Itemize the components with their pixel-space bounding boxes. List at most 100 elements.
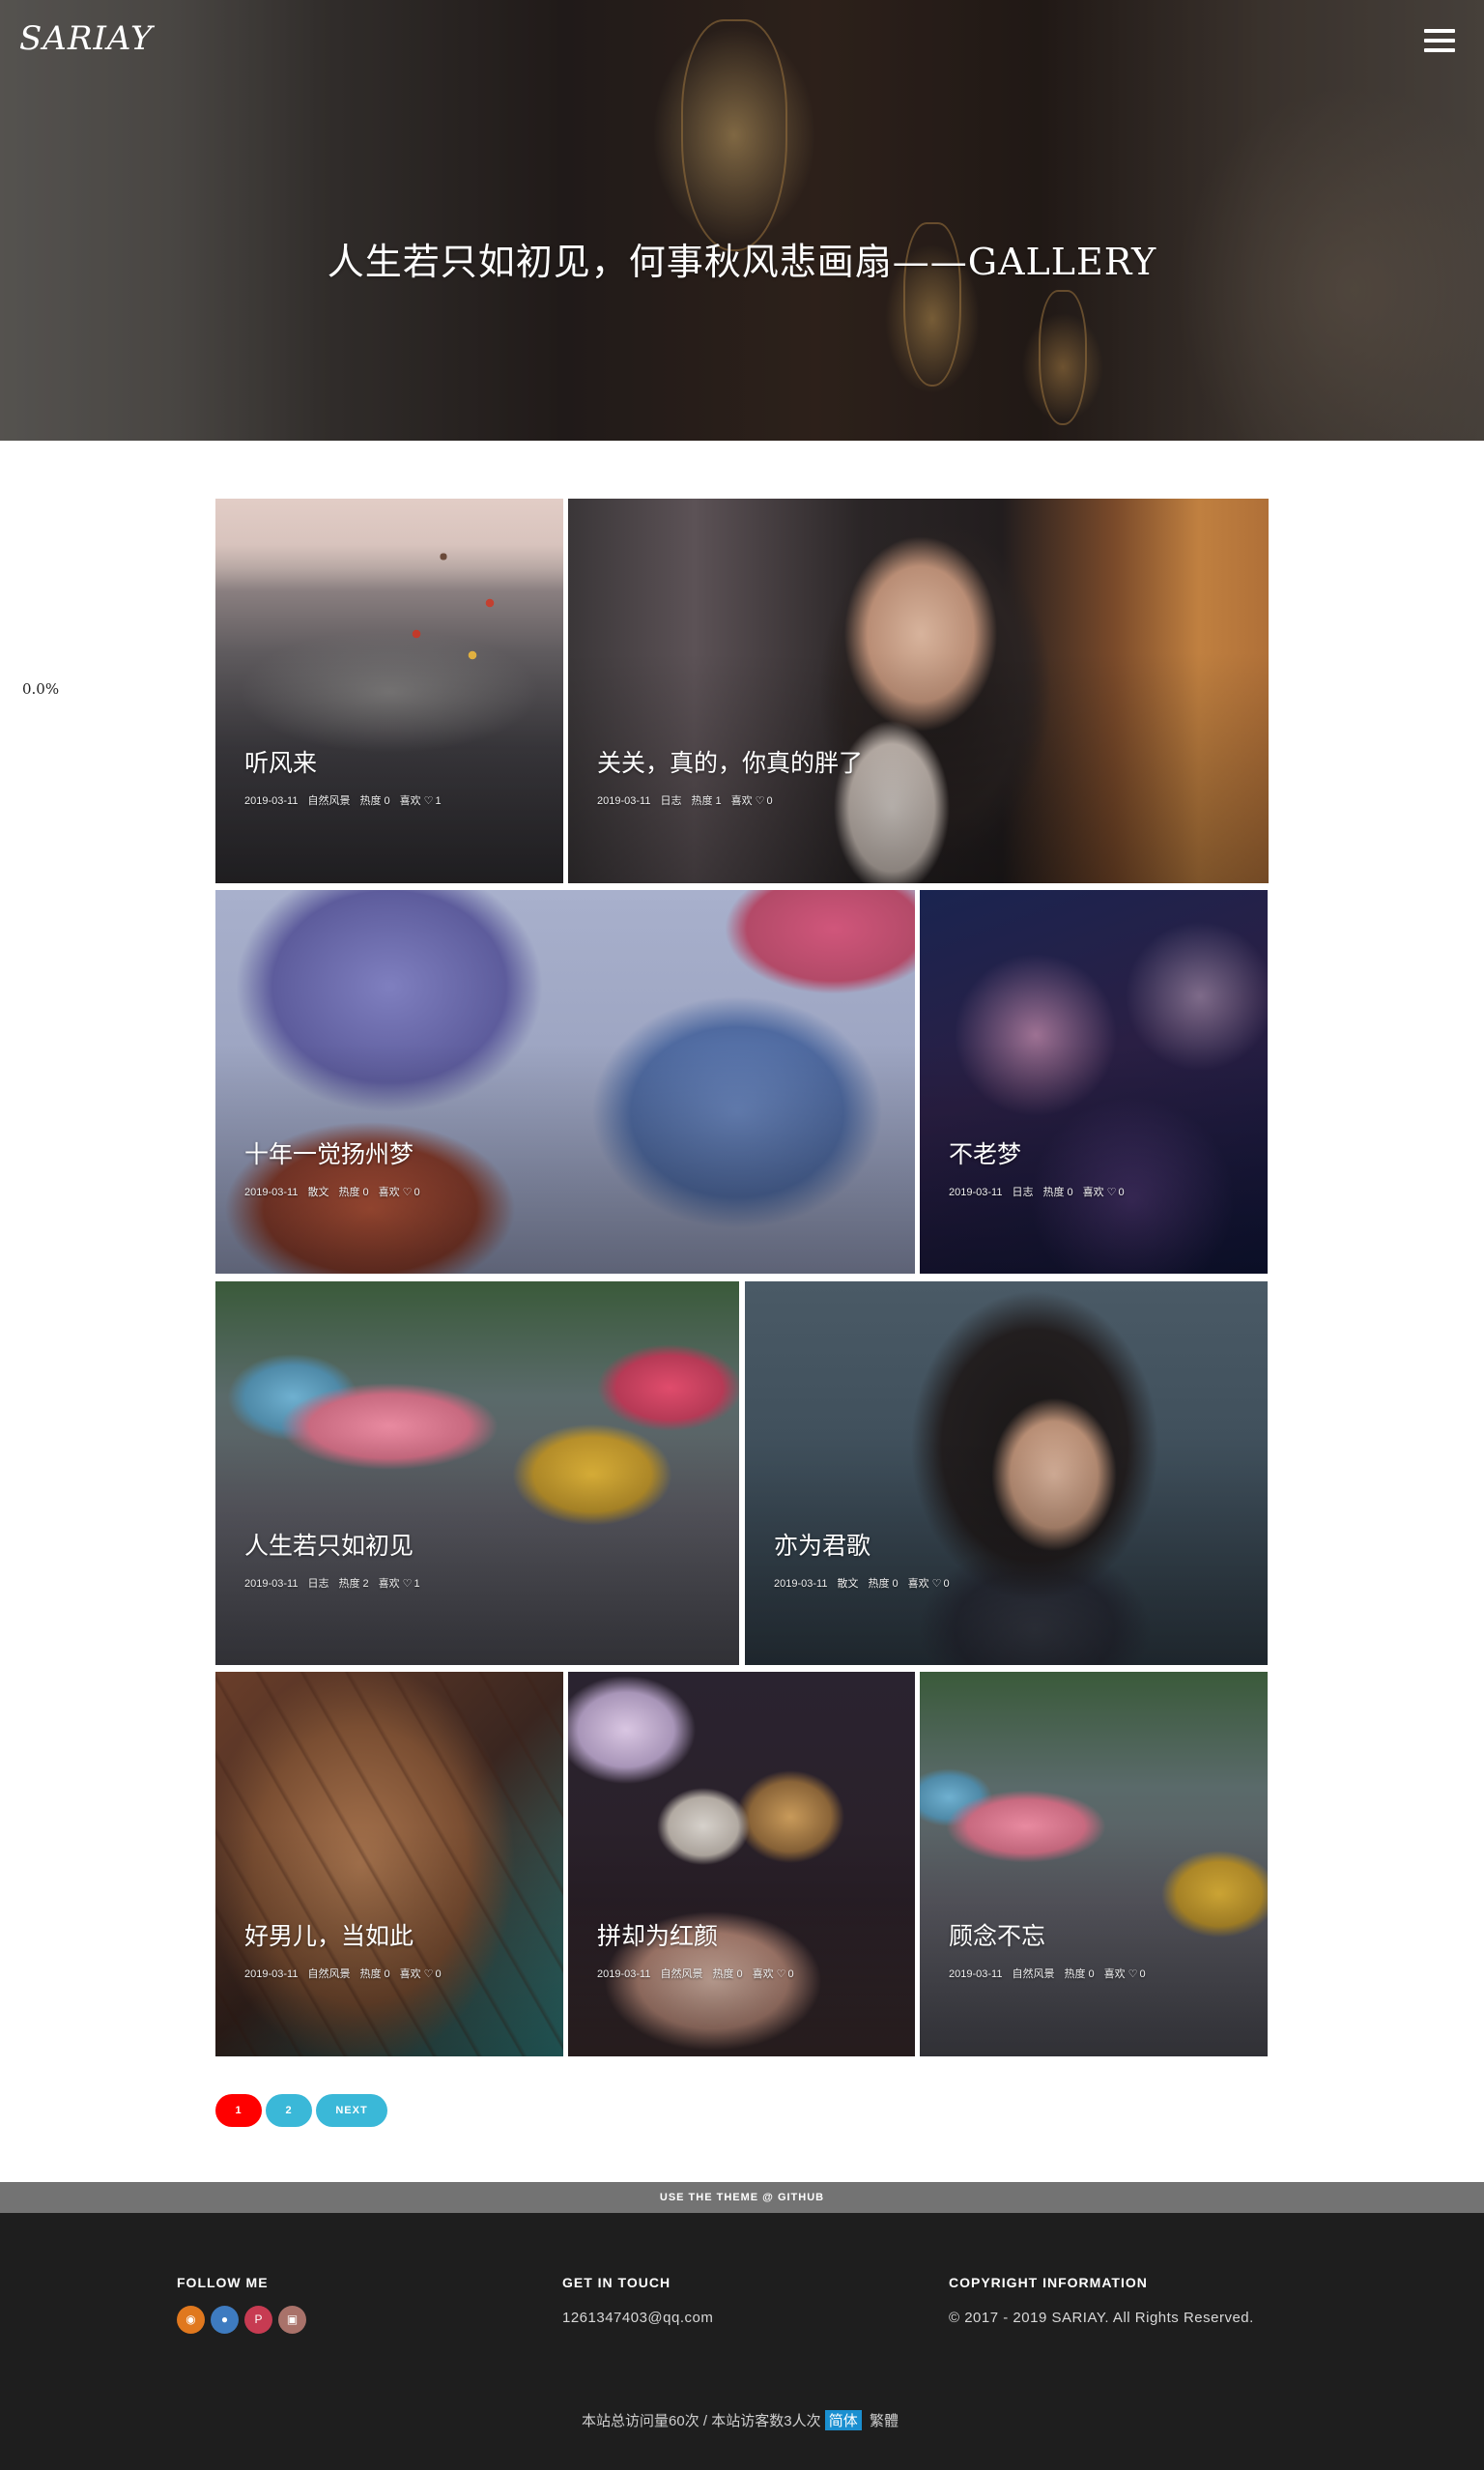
post-date: 2019-03-11: [244, 1968, 299, 1980]
post-category[interactable]: 散文: [307, 1187, 328, 1198]
like-label: 喜欢: [399, 1968, 421, 1980]
contact-heading: GET IN TOUCH: [562, 2275, 671, 2290]
reading-progress: 0.0%: [22, 680, 60, 698]
post-title[interactable]: 拼却为红颜: [597, 1917, 718, 1952]
post-card[interactable]: 人生若只如初见 2019-03-11 日志 热度 2 喜欢 ♡ 1: [215, 1281, 739, 1665]
lang-simplified-button[interactable]: 简体: [824, 2410, 862, 2430]
hot-count: 0: [384, 795, 390, 807]
post-category[interactable]: 日志: [307, 1578, 328, 1590]
hot-label: 热度: [1042, 1187, 1065, 1198]
like-label: 喜欢: [1103, 1968, 1126, 1980]
hot-count: 0: [1088, 1968, 1095, 1980]
visit-stats-text: 本站总访问量60次 / 本站访客数3人次: [582, 2413, 821, 2429]
heart-icon[interactable]: ♡: [1128, 1968, 1138, 1980]
post-card[interactable]: 顾念不忘 2019-03-11 自然风景 热度 0 喜欢 ♡ 0: [920, 1672, 1268, 2056]
copyright-text: © 2017 - 2019 SARIAY. All Rights Reserve…: [949, 2310, 1254, 2326]
heart-icon[interactable]: ♡: [777, 1968, 786, 1980]
like-count: 0: [435, 1968, 442, 1980]
like-count: 0: [414, 1187, 420, 1198]
github-icon[interactable]: ●: [211, 2306, 239, 2334]
post-title[interactable]: 关关，真的，你真的胖了: [597, 744, 863, 779]
next-page-button[interactable]: NEXT: [316, 2094, 387, 2127]
post-date: 2019-03-11: [244, 1187, 299, 1198]
page-1-button[interactable]: 1: [215, 2094, 262, 2127]
post-title[interactable]: 不老梦: [949, 1135, 1021, 1170]
card-overlay: [215, 1672, 563, 2056]
pinterest-icon[interactable]: P: [244, 2306, 272, 2334]
hot-count: 0: [1067, 1187, 1073, 1198]
card-overlay: [215, 890, 915, 1274]
post-title[interactable]: 人生若只如初见: [244, 1527, 414, 1562]
heart-icon[interactable]: ♡: [403, 1187, 413, 1198]
hot-label: 热度: [868, 1578, 890, 1590]
hot-count: 2: [362, 1578, 369, 1590]
post-date: 2019-03-11: [244, 795, 299, 807]
post-date: 2019-03-11: [774, 1578, 828, 1590]
post-category[interactable]: 日志: [1012, 1187, 1033, 1198]
post-card[interactable]: 十年一觉扬州梦 2019-03-11 散文 热度 0 喜欢 ♡ 0: [215, 890, 915, 1274]
heart-icon[interactable]: ♡: [403, 1578, 413, 1590]
post-title[interactable]: 十年一觉扬州梦: [244, 1135, 414, 1170]
hot-label: 热度: [712, 1968, 734, 1980]
hamburger-menu-icon[interactable]: [1424, 29, 1455, 54]
site-logo[interactable]: SARIAY: [19, 19, 154, 58]
heart-icon[interactable]: ♡: [932, 1578, 942, 1590]
like-count: 0: [787, 1968, 794, 1980]
post-category[interactable]: 自然风景: [307, 1968, 350, 1980]
lang-traditional-button[interactable]: 繁體: [866, 2410, 902, 2430]
like-label: 喜欢: [399, 795, 421, 807]
post-meta: 2019-03-11 日志 热度 0 喜欢 ♡ 0: [949, 1184, 1134, 1199]
hot-label: 热度: [1064, 1968, 1086, 1980]
post-card[interactable]: 听风来 2019-03-11 自然风景 热度 0 喜欢 ♡ 1: [215, 499, 563, 883]
page-2-button[interactable]: 2: [266, 2094, 312, 2127]
hero-overlay: [0, 0, 1484, 441]
like-label: 喜欢: [378, 1187, 400, 1198]
heart-icon[interactable]: ♡: [1107, 1187, 1117, 1198]
post-card[interactable]: 不老梦 2019-03-11 日志 热度 0 喜欢 ♡ 0: [920, 890, 1268, 1274]
post-meta: 2019-03-11 自然风景 热度 0 喜欢 ♡ 0: [244, 1966, 451, 1981]
post-card[interactable]: 亦为君歌 2019-03-11 散文 热度 0 喜欢 ♡ 0: [745, 1281, 1268, 1665]
page-title: 人生若只如初见，何事秋风悲画扇——GALLERY: [327, 241, 1157, 283]
like-count: 0: [1139, 1968, 1146, 1980]
heart-icon[interactable]: ♡: [424, 795, 434, 807]
follow-heading: FOLLOW ME: [177, 2275, 269, 2290]
post-category[interactable]: 自然风景: [307, 795, 350, 807]
like-label: 喜欢: [1082, 1187, 1104, 1198]
post-meta: 2019-03-11 散文 热度 0 喜欢 ♡ 0: [244, 1184, 430, 1199]
heart-icon[interactable]: ♡: [424, 1968, 434, 1980]
post-date: 2019-03-11: [597, 795, 651, 807]
post-category[interactable]: 自然风景: [1012, 1968, 1054, 1980]
post-meta: 2019-03-11 自然风景 热度 0 喜欢 ♡ 0: [597, 1966, 804, 1981]
contact-email[interactable]: 1261347403@qq.com: [562, 2310, 713, 2326]
hot-count: 1: [715, 795, 722, 807]
like-label: 喜欢: [907, 1578, 929, 1590]
post-meta: 2019-03-11 日志 热度 2 喜欢 ♡ 1: [244, 1575, 430, 1591]
github-link[interactable]: USE THE THEME @ GITHUB: [0, 2182, 1484, 2213]
post-title[interactable]: 好男儿，当如此: [244, 1917, 414, 1952]
card-overlay: [215, 1281, 739, 1665]
post-date: 2019-03-11: [949, 1187, 1003, 1198]
like-count: 0: [1118, 1187, 1125, 1198]
post-card[interactable]: 好男儿，当如此 2019-03-11 自然风景 热度 0 喜欢 ♡ 0: [215, 1672, 563, 2056]
instagram-icon[interactable]: ▣: [278, 2306, 306, 2334]
hero-banner: SARIAY 人生若只如初见，何事秋风悲画扇——GALLERY: [0, 0, 1484, 441]
post-title[interactable]: 顾念不忘: [949, 1917, 1045, 1952]
hot-count: 0: [736, 1968, 743, 1980]
post-category[interactable]: 日志: [660, 795, 681, 807]
post-title[interactable]: 听风来: [244, 744, 317, 779]
heart-icon[interactable]: ♡: [756, 795, 765, 807]
post-date: 2019-03-11: [244, 1578, 299, 1590]
rss-icon[interactable]: ◉: [177, 2306, 205, 2334]
post-meta: 2019-03-11 自然风景 热度 0 喜欢 ♡ 0: [949, 1966, 1156, 1981]
post-category[interactable]: 自然风景: [660, 1968, 702, 1980]
post-category[interactable]: 散文: [837, 1578, 858, 1590]
card-overlay: [568, 1672, 915, 2056]
post-card[interactable]: 拼却为红颜 2019-03-11 自然风景 热度 0 喜欢 ♡ 0: [568, 1672, 915, 2056]
visit-stats: 本站总访问量60次 / 本站访客数3人次 简体 繁體: [0, 2410, 1484, 2430]
post-card[interactable]: 关关，真的，你真的胖了 2019-03-11 日志 热度 1 喜欢 ♡ 0: [568, 499, 1269, 883]
like-count: 1: [414, 1578, 420, 1590]
card-overlay: [745, 1281, 1268, 1665]
like-label: 喜欢: [378, 1578, 400, 1590]
post-meta: 2019-03-11 日志 热度 1 喜欢 ♡ 0: [597, 792, 783, 808]
post-title[interactable]: 亦为君歌: [774, 1527, 870, 1562]
